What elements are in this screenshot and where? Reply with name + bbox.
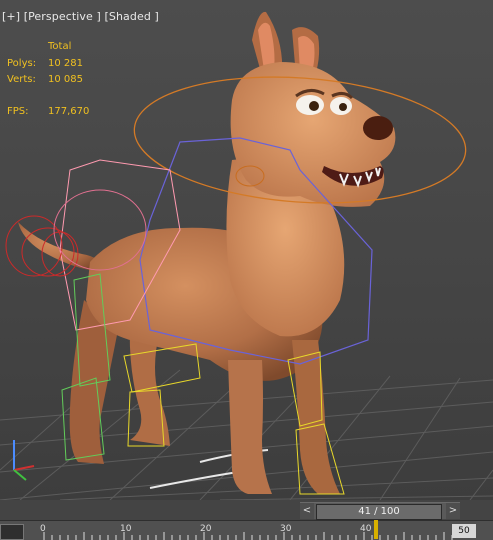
ruler-label-40: 40 [360, 524, 372, 534]
viewport-label[interactable]: [+] [Perspective ] [Shaded ] [2, 10, 159, 23]
verts-label: Verts: [7, 74, 36, 85]
dog-head [230, 11, 396, 207]
timeline-panel: < 41 / 100 > 0 10 20 30 40 50 [0, 500, 493, 540]
axis-tripod-icon [13, 440, 35, 481]
fps-label: FPS: [7, 106, 29, 117]
dog-tail [18, 222, 101, 272]
stats-header: Total [48, 41, 72, 52]
ruler-ticks [43, 532, 453, 540]
ruler-label-0: 0 [40, 524, 46, 534]
timeline-ruler[interactable]: 0 10 20 30 40 [0, 520, 493, 540]
prev-frame-button[interactable]: < [300, 503, 314, 519]
next-frame-button[interactable]: > [446, 503, 460, 519]
fps-value: 177,670 [48, 106, 90, 117]
perspective-viewport[interactable]: [+] [Perspective ] [Shaded ] Total Polys… [0, 0, 493, 500]
time-slider[interactable]: < 41 / 100 > [300, 502, 460, 520]
ruler-label-30: 30 [280, 524, 292, 534]
verts-value: 10 085 [48, 74, 83, 85]
ruler-label-10: 10 [120, 524, 132, 534]
ruler-end-label: 50 [452, 524, 476, 538]
key-mode-box[interactable] [0, 524, 24, 540]
ruler-label-20: 20 [200, 524, 212, 534]
current-frame-marker[interactable] [374, 520, 378, 539]
frame-thumb[interactable]: 41 / 100 [316, 504, 442, 520]
polys-value: 10 281 [48, 58, 83, 69]
polys-label: Polys: [7, 58, 37, 69]
